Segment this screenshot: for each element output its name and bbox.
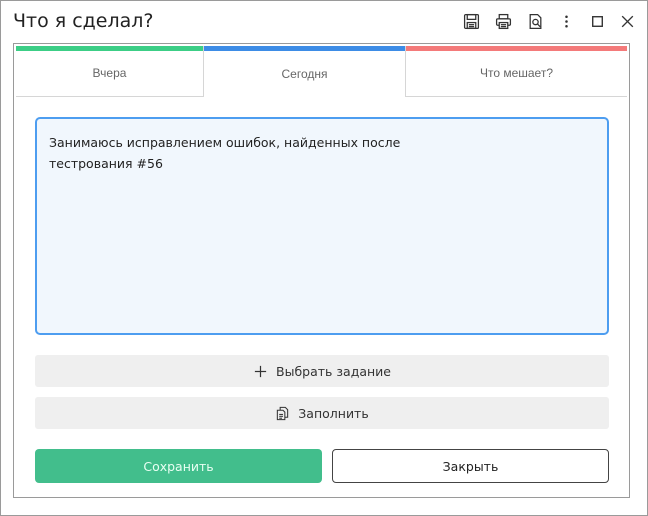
print-icon[interactable] <box>492 10 514 32</box>
tab-yesterday-label: Вчера <box>92 66 127 80</box>
tab-yesterday[interactable]: Вчера <box>16 46 203 97</box>
tab-blockers-label: Что мешает? <box>479 66 554 80</box>
tab-today-color-bar <box>204 46 405 51</box>
copy-document-icon <box>277 406 289 420</box>
tab-today-label: Сегодня <box>281 66 328 81</box>
dialog-window: Что я сделал? Вчера Сегодня Что мешает? … <box>0 0 648 516</box>
more-vertical-icon[interactable] <box>555 10 577 32</box>
tab-today[interactable]: Сегодня <box>203 46 406 97</box>
fill-button[interactable]: Заполнить <box>35 397 609 429</box>
close-icon[interactable] <box>616 10 638 32</box>
select-task-label: Выбрать задание <box>276 363 391 379</box>
close-button[interactable]: Закрыть <box>332 449 609 483</box>
plus-icon <box>254 365 267 377</box>
tab-blockers-color-bar <box>406 46 627 51</box>
content-panel: Вчера Сегодня Что мешает? Занимаюсь испр… <box>13 43 630 498</box>
save-icon[interactable] <box>460 10 482 32</box>
window-title: Что я сделал? <box>13 10 154 32</box>
preview-icon[interactable] <box>524 10 546 32</box>
fill-label: Заполнить <box>298 405 369 421</box>
select-task-button[interactable]: Выбрать задание <box>35 355 609 387</box>
maximize-icon[interactable] <box>586 10 608 32</box>
report-textarea[interactable]: Занимаюсь исправлением ошибок, найденных… <box>35 117 609 335</box>
tab-blockers[interactable]: Что мешает? <box>406 46 627 97</box>
save-button[interactable]: Сохранить <box>35 449 322 483</box>
tab-yesterday-color-bar <box>16 46 203 51</box>
